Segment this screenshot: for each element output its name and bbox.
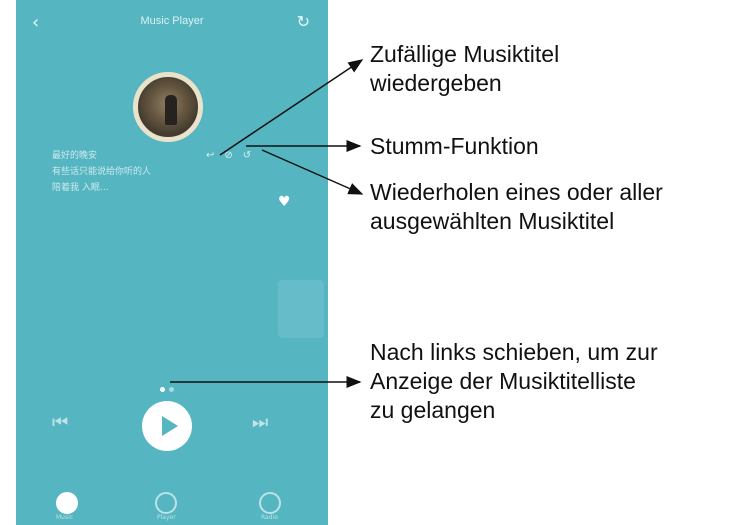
shuffle-annotation-line: wiedergeben xyxy=(370,70,502,96)
shuffle-callout-arrow xyxy=(219,59,364,156)
shuffle-annotation: Zufällige Musiktitel wiedergeben xyxy=(370,40,559,98)
swipe-annotation-line: Anzeige der Musiktitelliste xyxy=(370,368,636,394)
swipe-annotation-line: Nach links schieben, um zur xyxy=(370,339,658,365)
repeat-annotation: Wiederholen eines oder aller ausgewählte… xyxy=(370,178,663,236)
mute-annotation: Stumm-Funktion xyxy=(370,133,539,159)
callout-arrows xyxy=(170,59,364,388)
swipe-annotation: Nach links schieben, um zur Anzeige der … xyxy=(370,338,658,425)
repeat-annotation-line: Wiederholen eines oder aller xyxy=(370,179,663,205)
swipe-annotation-line: zu gelangen xyxy=(370,397,496,423)
repeat-callout-arrow xyxy=(261,149,364,195)
repeat-annotation-line: ausgewählten Musiktitel xyxy=(370,208,615,234)
shuffle-annotation-line: Zufällige Musiktitel xyxy=(370,41,560,67)
